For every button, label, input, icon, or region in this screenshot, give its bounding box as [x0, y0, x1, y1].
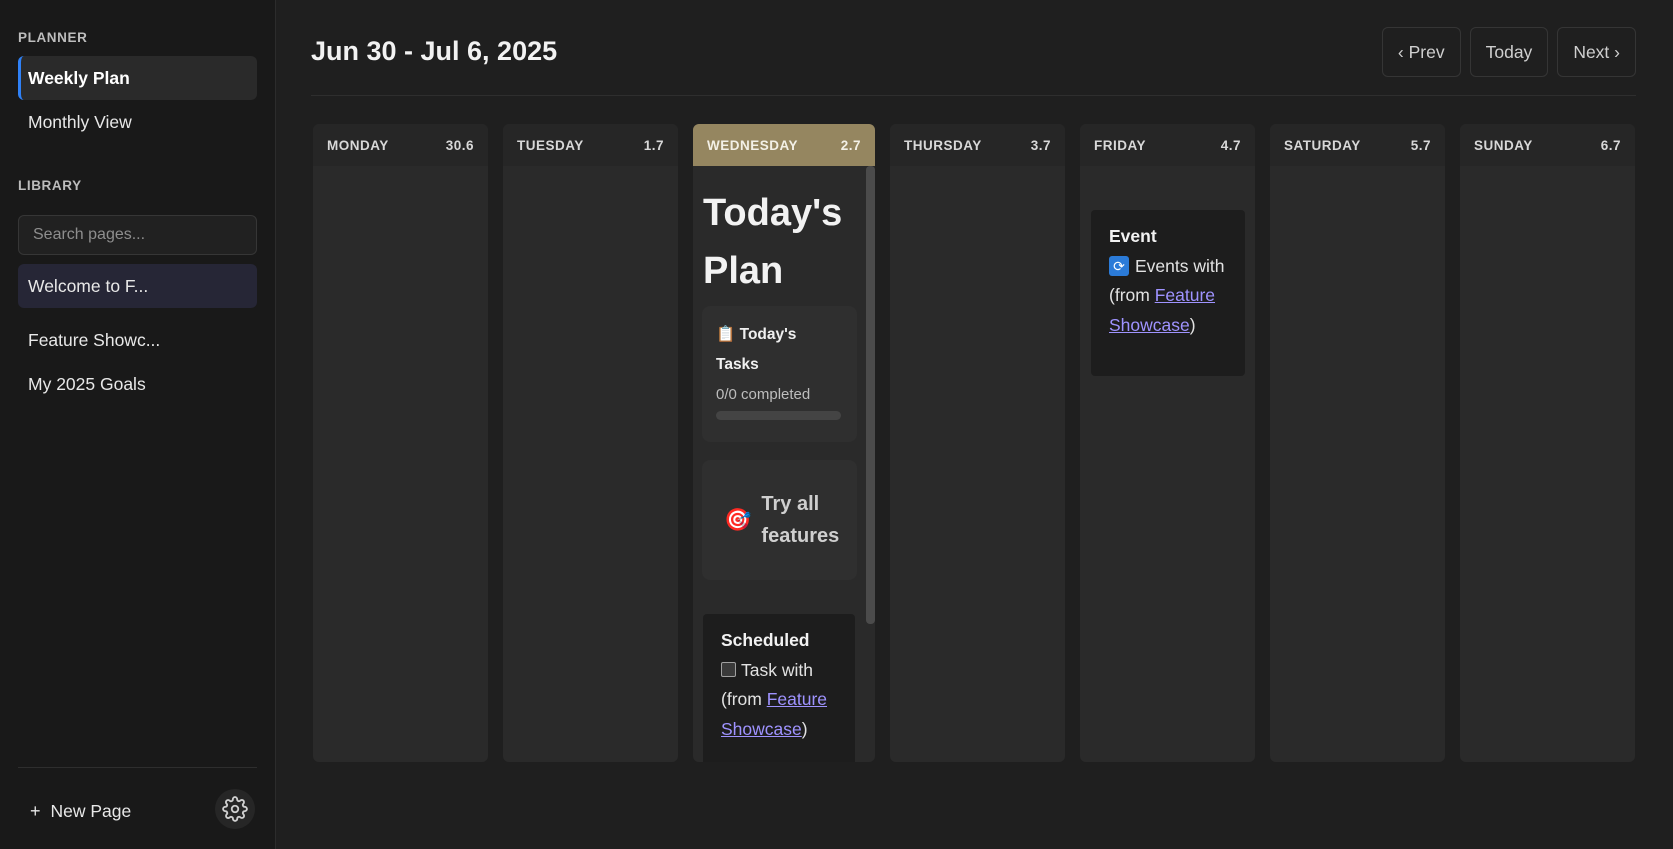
library-section-title: LIBRARY [18, 178, 82, 193]
day-name: SATURDAY [1284, 137, 1361, 153]
main-area: Jun 30 - Jul 6, 2025 ‹ Prev Today Next ›… [276, 0, 1673, 849]
sidebar-item-monthly-view[interactable]: Monthly View [18, 100, 257, 144]
event-title: Event [1109, 226, 1157, 246]
day-column-saturday[interactable]: SATURDAY 5.7 [1270, 124, 1445, 762]
day-header-today: WEDNESDAY 2.7 [693, 124, 875, 166]
scheduled-task: Task with (from Feature Showcase) [721, 659, 828, 739]
new-page-button[interactable]: + New Page [30, 799, 131, 823]
sidebar-item-2025-goals[interactable]: My 2025 Goals [18, 362, 257, 406]
sidebar-item-welcome[interactable]: Welcome to F... [18, 264, 257, 308]
event-card[interactable]: Event ⟳ Events with (from Feature Showcas… [1091, 210, 1245, 376]
today-panel-title: Today's Plan [703, 192, 843, 292]
todays-tasks-widget[interactable]: 📋 Today's Tasks 0/0 completed [702, 306, 857, 442]
new-page-label: New Page [50, 800, 132, 821]
sidebar: PLANNER Weekly Plan Monthly View LIBRARY… [0, 0, 276, 849]
today-panel[interactable]: Today's Plan 📋 Today's Tasks 0/0 complet… [693, 166, 875, 762]
prev-button[interactable]: ‹ Prev [1381, 27, 1461, 77]
day-header: FRIDAY 4.7 [1080, 124, 1255, 166]
settings-button[interactable] [215, 789, 255, 829]
repeat-icon: ⟳ [1109, 255, 1129, 276]
day-column-friday[interactable]: FRIDAY 4.7 Event ⟳ Events with (from Feat… [1080, 124, 1255, 762]
header-divider [311, 95, 1636, 96]
sidebar-item-weekly-plan[interactable]: Weekly Plan [18, 56, 257, 100]
day-name: MONDAY [327, 137, 389, 153]
day-name: WEDNESDAY [707, 137, 799, 153]
day-date: 3.7 [1030, 137, 1051, 153]
day-name: SUNDAY [1474, 137, 1533, 153]
planner-section-title: PLANNER [18, 30, 88, 45]
target-icon: 🎯 [724, 507, 752, 532]
sidebar-item-feature-showcase[interactable]: Feature Showc... [18, 318, 257, 362]
day-date: 5.7 [1410, 137, 1431, 153]
day-date: 2.7 [840, 137, 861, 153]
scheduled-card[interactable]: Scheduled Task with (from Feature Showca… [703, 614, 855, 762]
plus-icon: + [30, 800, 41, 821]
gear-icon [222, 796, 248, 822]
app-root: PLANNER Weekly Plan Monthly View LIBRARY… [0, 0, 1673, 849]
day-date: 6.7 [1600, 137, 1621, 153]
today-button[interactable]: Today [1469, 27, 1549, 77]
day-body [313, 166, 488, 762]
tasks-count: 0/0 completed [716, 386, 811, 403]
day-header: SUNDAY 6.7 [1460, 124, 1635, 166]
try-features-label: Try all features [761, 493, 840, 547]
day-header: THURSDAY 3.7 [890, 124, 1065, 166]
day-name: TUESDAY [517, 137, 584, 153]
day-column-sunday[interactable]: SUNDAY 6.7 [1460, 124, 1635, 762]
day-column-tuesday[interactable]: TUESDAY 1.7 [503, 124, 678, 762]
day-column-thursday[interactable]: THURSDAY 3.7 [890, 124, 1065, 762]
day-name: FRIDAY [1094, 137, 1147, 153]
day-header: SATURDAY 5.7 [1270, 124, 1445, 166]
day-header: MONDAY 30.6 [313, 124, 488, 166]
try-features-widget[interactable]: 🎯 Try all features [702, 460, 857, 580]
day-body [890, 166, 1065, 762]
day-date: 4.7 [1220, 137, 1241, 153]
scheduled-title: Scheduled [721, 630, 810, 650]
day-header: TUESDAY 1.7 [503, 124, 678, 166]
tasks-title: 📋 Today's Tasks [716, 326, 797, 373]
day-column-wednesday[interactable]: WEDNESDAY 2.7 Today's Plan 📋 Today's Tas… [693, 124, 875, 762]
event-text: ⟳ Events with (from Feature Showcase) [1109, 255, 1225, 335]
day-body [1270, 166, 1445, 762]
sidebar-divider [18, 767, 257, 768]
day-name: THURSDAY [904, 137, 982, 153]
week-nav: ‹ Prev Today Next › [1381, 27, 1636, 77]
day-date: 1.7 [643, 137, 664, 153]
day-body [1460, 166, 1635, 762]
next-button[interactable]: Next › [1557, 27, 1636, 77]
scrollbar[interactable] [866, 166, 875, 624]
page-title: Jun 30 - Jul 6, 2025 [311, 36, 558, 66]
tasks-progress-bar [716, 411, 841, 420]
day-column-monday[interactable]: MONDAY 30.6 [313, 124, 488, 762]
day-body [503, 166, 678, 762]
day-date: 30.6 [445, 137, 474, 153]
search-input[interactable] [18, 215, 257, 255]
clipboard-icon: 📋 [716, 326, 736, 343]
task-checkbox[interactable] [721, 661, 736, 677]
day-body: Event ⟳ Events with (from Feature Showcas… [1080, 166, 1255, 762]
